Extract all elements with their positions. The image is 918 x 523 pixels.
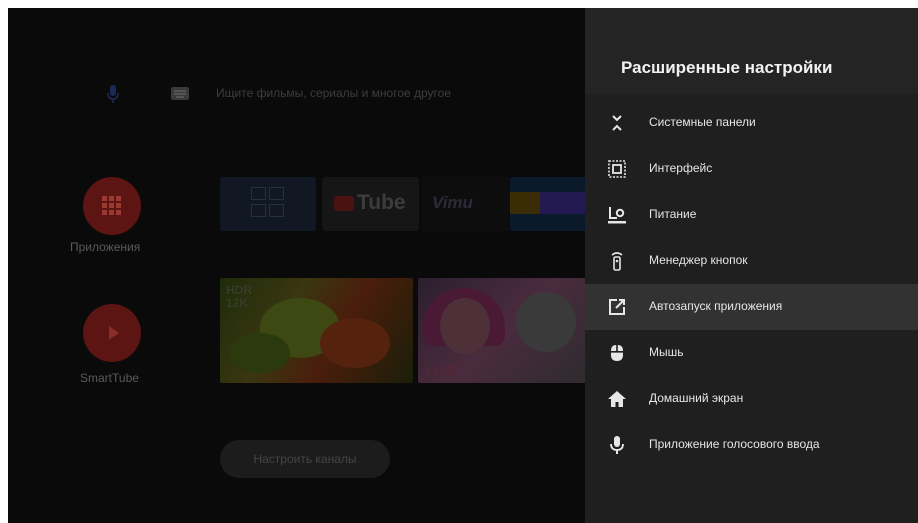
vimu-logo-text: Vimu bbox=[432, 193, 473, 212]
microphone-icon bbox=[607, 435, 627, 455]
menu-item-interface[interactable]: Интерфейс bbox=[585, 146, 918, 192]
youtube-logo-icon bbox=[334, 196, 354, 211]
home-icon bbox=[607, 389, 627, 409]
menu-item-label: Домашний экран bbox=[649, 391, 744, 405]
advanced-settings-panel: Расширенные настройки Системные панели И… bbox=[585, 8, 918, 523]
app-tile-vimu[interactable]: Vimu bbox=[422, 177, 514, 231]
interface-frame-icon bbox=[607, 159, 627, 179]
settings-menu: Системные панели Интерфейс Питание Менед… bbox=[585, 100, 918, 468]
apps-grid-icon bbox=[102, 196, 122, 216]
menu-item-label: Системные панели bbox=[649, 115, 756, 129]
menu-item-button-manager[interactable]: Менеджер кнопок bbox=[585, 238, 918, 284]
keyboard-icon[interactable] bbox=[171, 87, 189, 100]
menu-item-label: Мышь bbox=[649, 345, 684, 359]
menu-item-power[interactable]: Питание bbox=[585, 192, 918, 238]
menu-item-home-screen[interactable]: Домашний экран bbox=[585, 376, 918, 422]
menu-item-label: Интерфейс bbox=[649, 161, 713, 175]
apps-label: Приложения bbox=[70, 240, 141, 254]
app-tile-player[interactable] bbox=[510, 177, 586, 231]
chevron-up-down-icon bbox=[607, 113, 627, 133]
remote-control-icon bbox=[607, 251, 627, 271]
menu-item-system-panels[interactable]: Системные панели bbox=[585, 100, 918, 146]
open-in-new-icon bbox=[607, 297, 627, 317]
play-icon bbox=[107, 323, 122, 343]
menu-item-mouse[interactable]: Мышь bbox=[585, 330, 918, 376]
power-settings-icon bbox=[607, 205, 627, 225]
hdr-badge: HDR 12K bbox=[226, 283, 252, 310]
menu-item-label: Менеджер кнопок bbox=[649, 253, 748, 267]
panel-title: Расширенные настройки bbox=[621, 58, 833, 77]
smarttube-button[interactable] bbox=[83, 304, 141, 362]
tv-screen: Ищите фильмы, сериалы и многое другое Пр… bbox=[8, 8, 918, 523]
menu-item-voice-input-app[interactable]: Приложение голосового ввода bbox=[585, 422, 918, 468]
mouse-icon bbox=[607, 343, 627, 363]
smarttube-label: SmartTube bbox=[80, 371, 139, 385]
menu-item-label: Приложение голосового ввода bbox=[649, 437, 820, 451]
panel-header: Расширенные настройки bbox=[585, 8, 918, 94]
menu-item-label: Питание bbox=[649, 207, 697, 221]
content-thumbnail-nature[interactable]: HDR 12K bbox=[220, 278, 413, 383]
apps-button[interactable] bbox=[83, 177, 141, 235]
setup-channels-button[interactable]: Настроить каналы bbox=[220, 440, 390, 478]
menu-item-app-autostart[interactable]: Автозапуск приложения bbox=[585, 284, 918, 330]
youtube-logo-text: Tube bbox=[357, 191, 406, 214]
search-microphone-icon[interactable] bbox=[107, 84, 119, 106]
menu-item-label: Автозапуск приложения bbox=[649, 299, 783, 313]
search-input[interactable]: Ищите фильмы, сериалы и многое другое bbox=[216, 86, 451, 100]
content-thumbnail-cartoon[interactable]: LIVE bbox=[418, 278, 586, 383]
live-badge: LIVE bbox=[426, 364, 457, 378]
app-tile-youtube[interactable]: Tube bbox=[322, 177, 419, 231]
app-tile-all-apps[interactable] bbox=[220, 177, 316, 231]
